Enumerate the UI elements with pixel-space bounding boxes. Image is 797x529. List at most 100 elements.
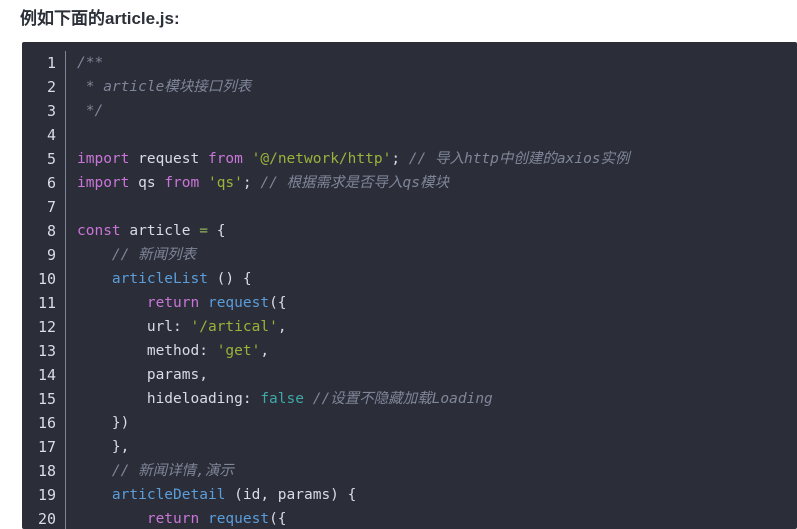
code-line-text: import qs from 'qs'; // 根据需求是否导入qs模块	[66, 171, 797, 195]
page-root: 例如下面的article.js: 1 /** 2 * article模块接口列表 3 …	[0, 0, 797, 529]
code-line-text: // 新闻列表	[66, 243, 797, 267]
line-number: 6	[46, 174, 56, 192]
token-plain: ,	[277, 319, 287, 335]
code-line-text: params,	[66, 363, 797, 387]
line-number: 18	[37, 462, 56, 480]
gutter-divider	[65, 483, 66, 507]
token-string: 'get'	[216, 343, 261, 359]
code-line-text: articleDetail (id, params) {	[66, 483, 797, 507]
code-line: 16 })	[22, 411, 797, 435]
code-line-text: /**	[66, 51, 797, 75]
token-plain: {	[207, 223, 226, 239]
token-plain: ,	[260, 343, 270, 359]
gutter-divider	[65, 123, 66, 147]
token-keyword: return	[146, 295, 200, 311]
code-line-text: return request({	[66, 507, 797, 529]
token-keyword: import	[77, 151, 130, 167]
line-number: 9	[46, 246, 56, 264]
token-comment: /**	[77, 55, 104, 71]
gutter-divider	[65, 291, 66, 315]
line-number: 15	[37, 390, 56, 408]
token-plain: })	[77, 415, 130, 431]
code-line: 20 return request({	[22, 507, 797, 529]
page-title: 例如下面的article.js:	[20, 9, 180, 28]
code-line: 4	[22, 123, 797, 147]
gutter-divider	[65, 315, 66, 339]
token-func: articleList	[111, 271, 208, 287]
line-number: 12	[37, 318, 56, 336]
token-keyword: from	[207, 151, 243, 167]
code-line: 17 },	[22, 435, 797, 459]
token-plain: hideloading:	[77, 391, 261, 407]
token-comment: // 根据需求是否导入qs模块	[260, 175, 450, 191]
token-plain: ({	[269, 295, 287, 311]
line-number: 5	[46, 150, 56, 168]
token-keyword: from	[164, 175, 200, 191]
code-line: 6 import qs from 'qs'; // 根据需求是否导入qs模块	[22, 171, 797, 195]
line-number: 4	[46, 126, 56, 144]
token-plain: request	[129, 151, 208, 167]
code-line-text: url: '/artical',	[66, 315, 797, 339]
code-line-text: method: 'get',	[66, 339, 797, 363]
code-line-text: })	[66, 411, 797, 435]
code-line: 3 */	[22, 99, 797, 123]
token-string: '@/network/http'	[251, 151, 392, 167]
code-line-text: articleList () {	[66, 267, 797, 291]
gutter-divider	[65, 171, 66, 195]
token-keyword: const	[77, 223, 121, 239]
gutter-divider	[65, 75, 66, 99]
gutter-divider	[65, 219, 66, 243]
token-plain: url:	[77, 319, 191, 335]
line-number: 20	[37, 510, 56, 528]
gutter-divider	[65, 435, 66, 459]
gutter-divider	[65, 387, 66, 411]
code-line-text: */	[66, 99, 797, 123]
code-line-text: return request({	[66, 291, 797, 315]
token-keyword: import	[77, 175, 130, 191]
token-plain: params,	[77, 367, 208, 383]
code-line: 7	[22, 195, 797, 219]
code-line-text: * article模块接口列表	[66, 75, 797, 99]
code-line: 19 articleDetail (id, params) {	[22, 483, 797, 507]
token-func: request	[207, 295, 270, 311]
token-plain: article	[120, 223, 200, 239]
line-number: 14	[37, 366, 56, 384]
gutter-divider	[65, 99, 66, 123]
token-operator: =	[199, 223, 208, 239]
line-number: 1	[46, 54, 56, 72]
gutter-divider	[65, 459, 66, 483]
line-number: 19	[37, 486, 56, 504]
token-plain: (id, params) {	[225, 487, 357, 503]
token-keyword: return	[146, 511, 200, 527]
token-func: articleDetail	[111, 487, 226, 503]
code-line-text: import request from '@/network/http'; //…	[66, 147, 797, 171]
line-number: 2	[46, 78, 56, 96]
token-comment: // 新闻详情,演示	[111, 463, 234, 479]
code-lines-container: 1 /** 2 * article模块接口列表 3 */ 4 5 import reques…	[22, 42, 797, 529]
code-line: 1 /**	[22, 51, 797, 75]
code-line-text: },	[66, 435, 797, 459]
token-string: 'qs'	[207, 175, 243, 191]
gutter-divider	[65, 339, 66, 363]
code-line-text: const article = {	[66, 219, 797, 243]
code-block[interactable]: 1 /** 2 * article模块接口列表 3 */ 4 5 import reques…	[22, 42, 797, 529]
token-comment: * article模块接口列表	[77, 79, 252, 95]
gutter-divider	[65, 147, 66, 171]
gutter-divider	[65, 507, 66, 529]
gutter-divider	[65, 411, 66, 435]
line-number: 16	[37, 414, 56, 432]
line-number: 8	[46, 222, 56, 240]
code-line: 11 return request({	[22, 291, 797, 315]
gutter-divider	[65, 243, 66, 267]
line-number: 10	[37, 270, 56, 288]
token-plain: ;	[242, 175, 261, 191]
token-plain: () {	[207, 271, 252, 287]
code-line: 14 params,	[22, 363, 797, 387]
gutter-divider	[65, 51, 66, 75]
